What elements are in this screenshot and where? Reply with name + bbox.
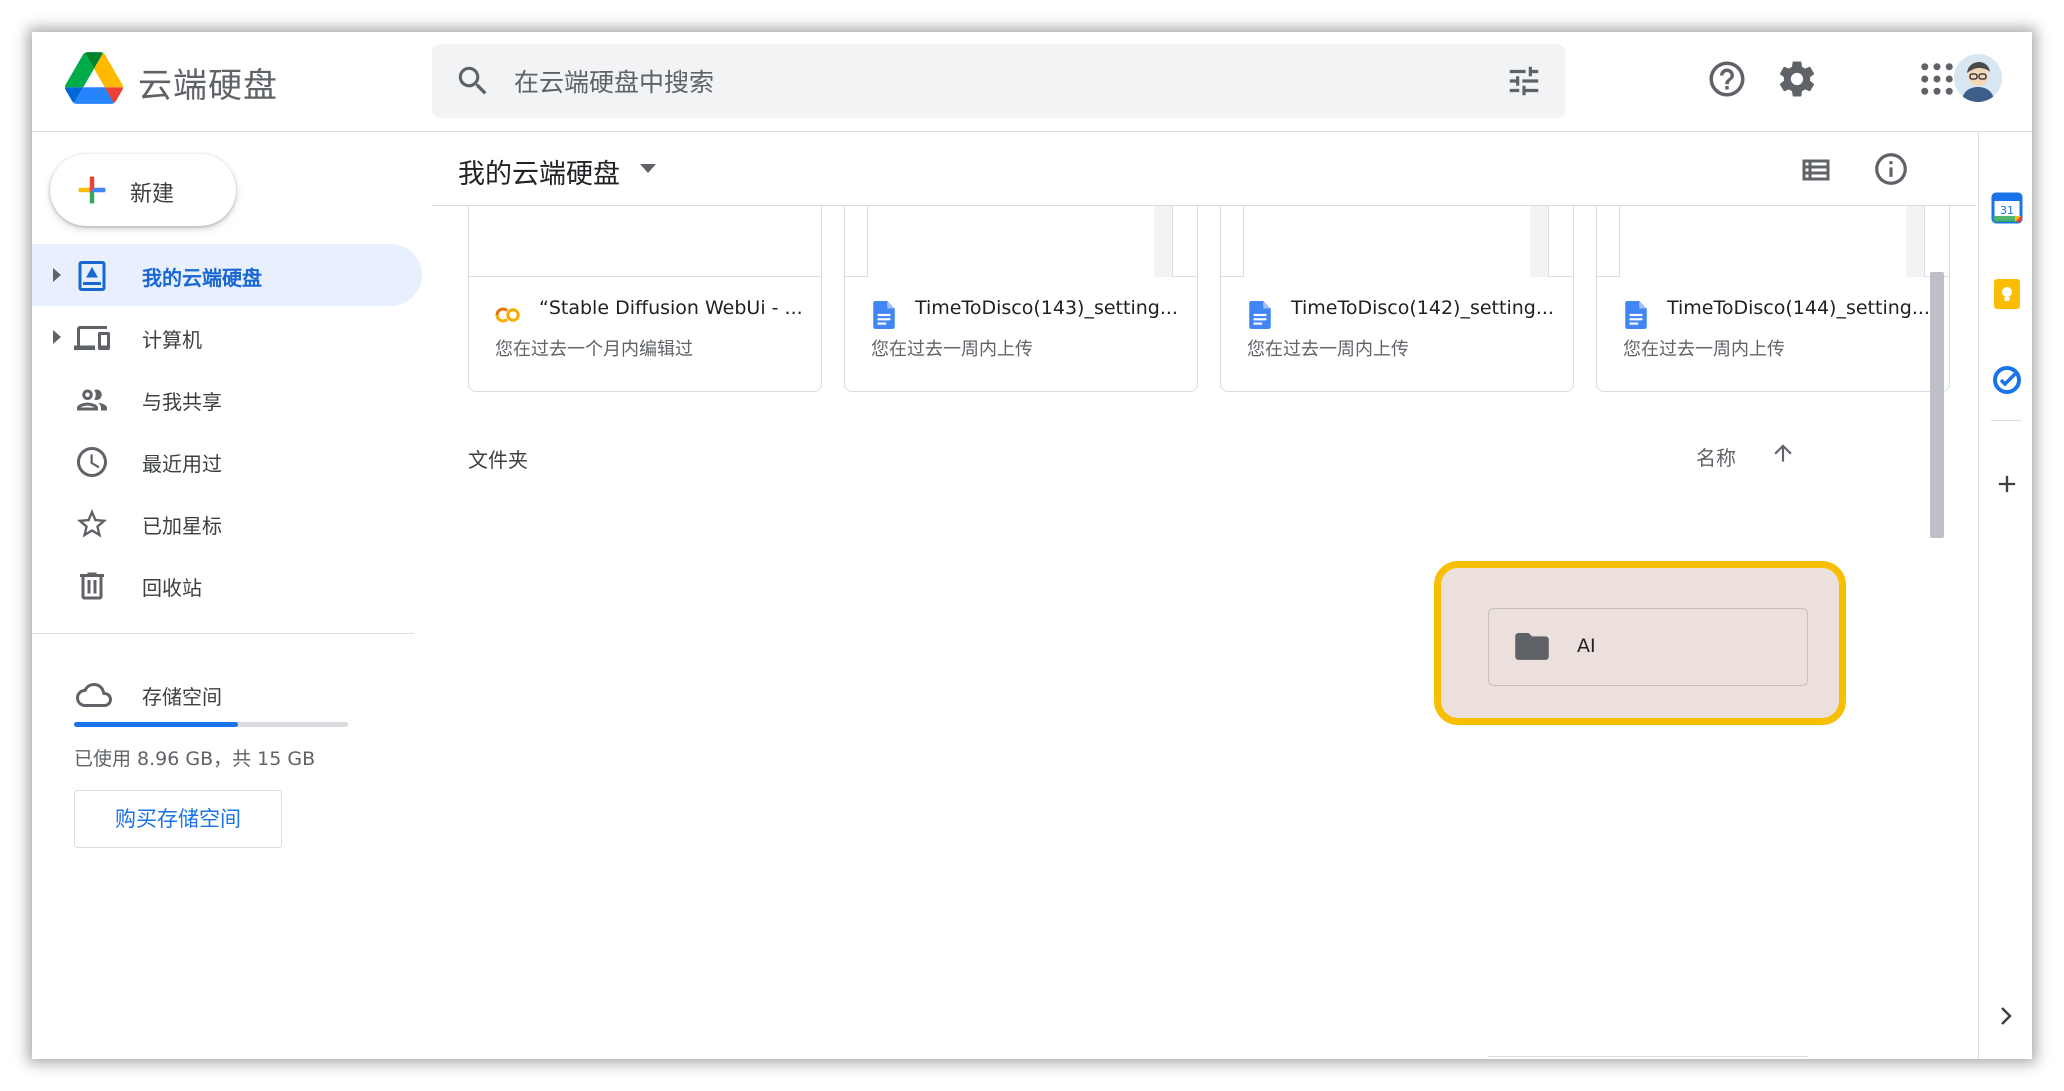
file-name: TimeToDisco(144)_setting... [1667, 297, 1930, 319]
new-button[interactable]: 新建 [50, 154, 236, 226]
sidebar-item-label: 最近用过 [142, 452, 222, 476]
doc-icon [873, 301, 895, 329]
chevron-right-icon[interactable] [1999, 1006, 2013, 1026]
doc-icon [1249, 301, 1271, 329]
file-name: TimeToDisco(143)_setting... [915, 297, 1178, 319]
sidebar-item-label: 与我共享 [142, 390, 222, 414]
my-drive-icon [78, 261, 106, 291]
next-folder-row-edge [1488, 1056, 1808, 1059]
chevron-down-icon[interactable] [640, 164, 656, 174]
file-activity: 您在过去一周内上传 [1623, 339, 1785, 360]
storage-label: 存储空间 [142, 685, 222, 709]
sidebar-item-label: 我的云端硬盘 [142, 266, 262, 290]
page-title[interactable]: 我的云端硬盘 [458, 152, 620, 191]
help-icon[interactable] [1706, 58, 1748, 100]
people-icon [77, 389, 107, 411]
main-scrollbar[interactable] [1930, 272, 1944, 538]
search-icon[interactable] [454, 62, 492, 100]
keep-icon[interactable] [1991, 278, 2023, 310]
plus-icon [78, 176, 106, 204]
add-addon-icon[interactable] [1993, 470, 2021, 498]
side-panel: 31 [1978, 132, 2032, 1059]
sidebar-item-starred[interactable]: 已加星标 [32, 492, 422, 554]
folder-icon [1515, 633, 1549, 660]
apps-grid-icon[interactable] [1916, 58, 1958, 100]
search-input[interactable] [514, 64, 1434, 100]
cloud-icon [76, 683, 112, 707]
folder-ai[interactable]: AI [1488, 608, 1808, 686]
sidebar-item-label: 回收站 [142, 576, 202, 600]
arrow-up-icon[interactable] [1770, 440, 1796, 466]
tasks-icon[interactable] [1991, 364, 2023, 396]
colab-icon [495, 307, 520, 323]
storage-usage-bar [74, 722, 348, 727]
sidebar-item-computers[interactable]: 计算机 [32, 306, 422, 368]
sidebar-item-my-drive[interactable]: 我的云端硬盘 [32, 244, 422, 306]
new-button-label: 新建 [130, 182, 175, 207]
drive-window: 云端硬盘 在云端硬盘中搜索 新建 我的云端硬盘 计算机 与我共享 最近用过 已加… [32, 32, 2032, 1059]
sidebar-item-storage[interactable]: 存储空间 [32, 665, 422, 727]
trash-icon [80, 572, 104, 600]
drive-logo-icon[interactable] [65, 52, 123, 104]
gear-icon[interactable] [1776, 58, 1818, 100]
sidebar-item-recent[interactable]: 最近用过 [32, 430, 422, 492]
star-icon [77, 509, 107, 538]
sidebar-item-label: 计算机 [142, 328, 202, 352]
file-activity: 您在过去一个月内编辑过 [495, 339, 693, 360]
storage-usage-text: 已使用 8.96 GB，共 15 GB [74, 748, 316, 770]
computer-icon [74, 326, 110, 350]
info-icon[interactable] [1872, 150, 1910, 188]
top-bar: 云端硬盘 [32, 32, 2032, 132]
calendar-icon[interactable]: 31 [1991, 192, 2023, 224]
file-thumbnail [845, 206, 1197, 277]
sidebar-divider [32, 633, 414, 634]
file-thumbnail [469, 206, 821, 277]
file-thumbnail [1221, 206, 1573, 277]
expand-caret-icon[interactable] [52, 268, 62, 282]
folders-section-label: 文件夹 [468, 448, 528, 472]
search-bar[interactable] [432, 44, 1565, 118]
svg-text:31: 31 [2000, 204, 2014, 217]
avatar[interactable] [1954, 54, 2002, 102]
side-panel-divider [1991, 420, 2021, 421]
folder-name: AI [1577, 635, 1596, 657]
suggested-file-card[interactable]: TimeToDisco(143)_setting... 您在过去一周内上传 [844, 206, 1198, 392]
file-activity: 您在过去一周内上传 [871, 339, 1033, 360]
suggested-file-card[interactable]: “Stable Diffusion WebUi - ... 您在过去一个月内编辑… [468, 206, 822, 392]
sidebar-item-shared[interactable]: 与我共享 [32, 368, 422, 430]
suggested-file-card[interactable]: TimeToDisco(142)_setting... 您在过去一周内上传 [1220, 206, 1574, 392]
file-name: TimeToDisco(142)_setting... [1291, 297, 1554, 319]
suggested-file-card[interactable]: TimeToDisco(144)_setting... 您在过去一周内上传 [1596, 206, 1950, 392]
sidebar-nav: 我的云端硬盘 计算机 与我共享 最近用过 已加星标 回收站 [32, 244, 422, 616]
sidebar-item-trash[interactable]: 回收站 [32, 554, 422, 616]
app-title[interactable]: 云端硬盘 [138, 58, 278, 107]
clock-icon [77, 447, 107, 477]
suggested-files: “Stable Diffusion WebUi - ... 您在过去一个月内编辑… [432, 206, 1962, 424]
list-view-icon[interactable] [1798, 152, 1834, 188]
doc-icon [1625, 301, 1647, 329]
expand-caret-icon[interactable] [52, 330, 62, 344]
sidebar-item-label: 已加星标 [142, 514, 222, 538]
file-thumbnail [1597, 206, 1949, 277]
sort-by-name-button[interactable]: 名称 [1696, 442, 1736, 471]
tune-icon[interactable] [1505, 62, 1543, 100]
storage-usage-fill [74, 722, 238, 727]
file-name: “Stable Diffusion WebUi - ... [539, 297, 803, 319]
buy-storage-button[interactable]: 购买存储空间 [74, 790, 282, 848]
file-activity: 您在过去一周内上传 [1247, 339, 1409, 360]
